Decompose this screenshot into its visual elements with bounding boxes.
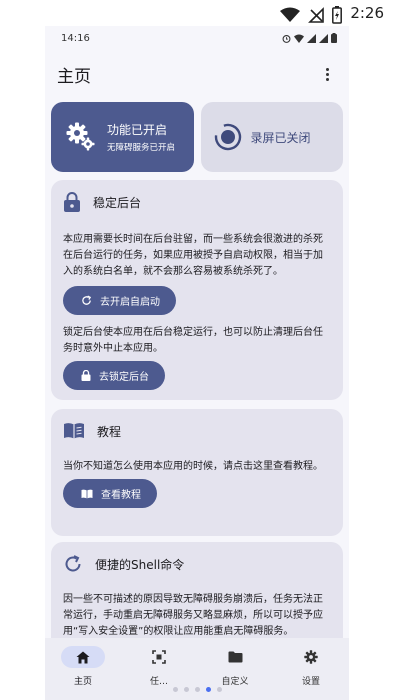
button-label: 去开启自启动 <box>100 297 160 308</box>
book-small-icon <box>81 489 93 498</box>
card-title: 便捷的Shell命令 <box>95 557 185 572</box>
task-frame-icon <box>152 650 166 664</box>
system-clock: 2:26 <box>350 4 384 22</box>
accessibility-status-card[interactable]: 功能已开启 无障碍服务已开启 <box>51 102 194 172</box>
signal-off-icon <box>308 7 324 23</box>
page-dot-active <box>205 687 211 692</box>
refresh-icon <box>82 295 92 305</box>
record-icon <box>214 123 241 151</box>
page-dot <box>194 687 200 692</box>
tutorial-card: 教程 当你不知道怎么使用本应用的时候，请点击这里查看教程。 查看教程 <box>51 409 343 536</box>
battery-charging-icon <box>332 6 342 24</box>
dot-icon <box>325 67 329 71</box>
view-tutorial-button[interactable]: 查看教程 <box>63 479 157 508</box>
lock-background-description: 锁定后台使本应用在后台稳定运行，也可以防止清理后台任务时意外中止本应用。 <box>63 327 323 354</box>
signal-small-icon-2 <box>319 33 328 43</box>
card-title: 稳定后台 <box>93 195 142 210</box>
lock-background-button[interactable]: 去锁定后台 <box>63 361 165 390</box>
page-dot <box>216 687 222 692</box>
card-title: 教程 <box>97 424 122 439</box>
stable-background-card: 稳定后台 本应用需要长时间在后台驻留，而一些系统会很激进的杀死在后台运行的任务，… <box>51 180 343 400</box>
folder-icon <box>228 651 242 663</box>
page-indicator <box>45 687 349 692</box>
lock-icon <box>64 192 80 212</box>
lock-small-icon <box>81 370 91 381</box>
battery-small-icon <box>331 33 337 43</box>
shell-description: 因一些不可描述的原因导致无障碍服务崩溃后，任务无法正常运行，手动重启无障碍服务又… <box>63 594 323 637</box>
button-label: 去锁定后台 <box>99 372 149 383</box>
button-label: 查看教程 <box>101 490 141 501</box>
page-dot <box>183 687 189 692</box>
gears-icon <box>66 122 95 151</box>
system-status-icons <box>280 6 342 24</box>
alarm-icon <box>282 34 291 43</box>
nav-label: 主页 <box>73 677 92 687</box>
book-icon <box>64 423 84 439</box>
settings-gear-icon <box>304 650 318 664</box>
enable-autostart-button[interactable]: 去开启自启动 <box>63 286 176 315</box>
more-options-button[interactable] <box>317 62 337 86</box>
home-icon <box>76 651 90 663</box>
card-header: 稳定后台 <box>63 180 331 224</box>
app-status-time: 14:16 <box>61 32 90 44</box>
app-status-bar: 14:16 <box>45 26 349 50</box>
nav-label: 自定义 <box>221 677 249 687</box>
page-dot <box>172 687 178 692</box>
card-header: 教程 <box>63 409 331 453</box>
wifi-small-icon <box>294 34 304 43</box>
page-title: 主页 <box>57 66 91 87</box>
recording-status-card[interactable]: 录屏已关闭 <box>200 102 343 172</box>
card-header: 便捷的Shell命令 <box>63 542 331 586</box>
autostart-description: 本应用需要长时间在后台驻留，而一些系统会很激进的杀死在后台运行的任务，如果应用被… <box>63 234 323 277</box>
tutorial-description: 当你不知道怎么使用本应用的时候，请点击这里查看教程。 <box>63 461 323 472</box>
restart-icon <box>65 555 81 572</box>
app-screen: 14:16 主页 功能已开启 无障碍服务已开启 录屏已关闭 稳定后台 本应用需要… <box>45 26 349 700</box>
app-bar: 主页 <box>45 50 349 98</box>
system-status-bar: 2:26 <box>0 0 394 28</box>
accessibility-status-subtitle: 无障碍服务已开启 <box>107 143 176 153</box>
nav-indicator <box>213 646 257 668</box>
status-cards-row: 功能已开启 无障碍服务已开启 录屏已关闭 <box>51 102 343 172</box>
nav-indicator <box>137 646 181 668</box>
accessibility-status-title: 功能已开启 <box>107 123 168 137</box>
recording-status-title: 录屏已关闭 <box>250 130 311 145</box>
wifi-icon <box>280 7 300 22</box>
nav-label: 任… <box>149 677 168 687</box>
nav-label: 设置 <box>301 677 320 687</box>
nav-indicator <box>61 646 105 668</box>
dot-icon <box>325 77 329 81</box>
nav-indicator <box>289 646 333 668</box>
signal-small-icon <box>307 33 316 43</box>
dot-icon <box>325 72 329 76</box>
app-status-icons <box>282 33 337 43</box>
